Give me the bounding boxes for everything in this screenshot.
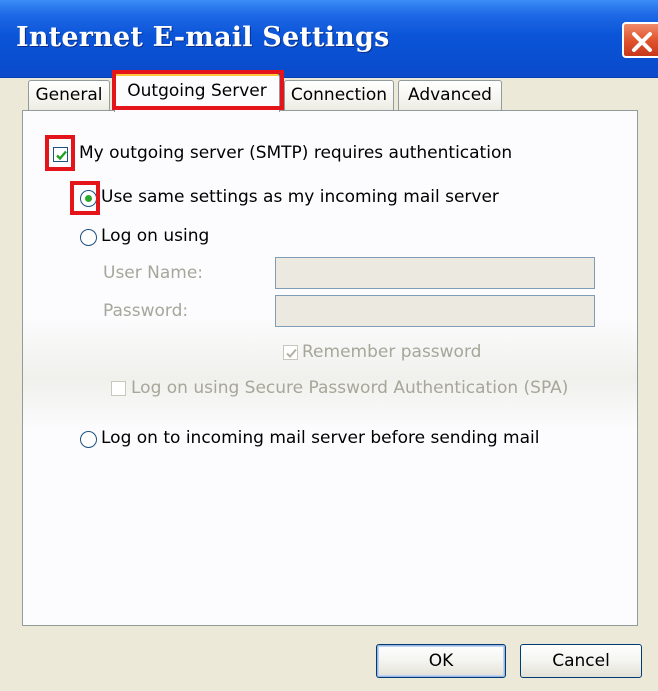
log-on-using-label: Log on using	[101, 226, 210, 246]
log-on-incoming-radio[interactable]	[80, 431, 97, 448]
tab-general[interactable]: General	[28, 80, 110, 110]
tab-general-label: General	[35, 85, 103, 105]
remember-password-label: Remember password	[302, 342, 482, 362]
tab-outgoing-server-label: Outgoing Server	[127, 81, 267, 101]
password-label: Password:	[103, 301, 189, 321]
tab-advanced[interactable]: Advanced	[398, 80, 502, 110]
close-icon	[632, 32, 652, 52]
log-on-using-radio[interactable]	[80, 229, 97, 246]
remember-password-checkbox[interactable]	[283, 345, 298, 360]
cancel-button[interactable]: Cancel	[520, 644, 642, 678]
tab-outgoing-server[interactable]: Outgoing Server	[114, 74, 280, 112]
log-on-incoming-label: Log on to incoming mail server before se…	[101, 428, 540, 448]
window-title: Internet E-mail Settings	[16, 22, 390, 53]
spa-checkbox[interactable]	[111, 381, 126, 396]
user-name-label: User Name:	[103, 263, 204, 283]
password-field[interactable]	[275, 295, 595, 327]
smtp-auth-label: My outgoing server (SMTP) requires authe…	[79, 143, 513, 163]
tab-advanced-label: Advanced	[408, 85, 492, 105]
checkmark-icon	[56, 150, 67, 161]
close-button[interactable]	[622, 22, 658, 58]
user-name-field[interactable]	[275, 257, 595, 289]
dialog-window: Internet E-mail Settings General Outgoin…	[0, 0, 658, 691]
ok-button[interactable]: OK	[376, 644, 506, 678]
title-bar[interactable]: Internet E-mail Settings	[0, 0, 658, 78]
checkmark-icon	[286, 348, 297, 358]
radio-selected-dot	[85, 195, 92, 202]
same-settings-label: Use same settings as my incoming mail se…	[101, 187, 499, 207]
ok-button-label: OK	[428, 651, 454, 671]
same-settings-radio[interactable]	[80, 190, 97, 207]
cancel-button-label: Cancel	[552, 651, 610, 671]
spa-label: Log on using Secure Password Authenticat…	[131, 378, 569, 398]
tab-connection-label: Connection	[290, 85, 388, 105]
tab-connection[interactable]: Connection	[284, 80, 394, 110]
smtp-auth-checkbox[interactable]	[53, 147, 68, 162]
outgoing-server-panel: My outgoing server (SMTP) requires authe…	[22, 110, 638, 626]
